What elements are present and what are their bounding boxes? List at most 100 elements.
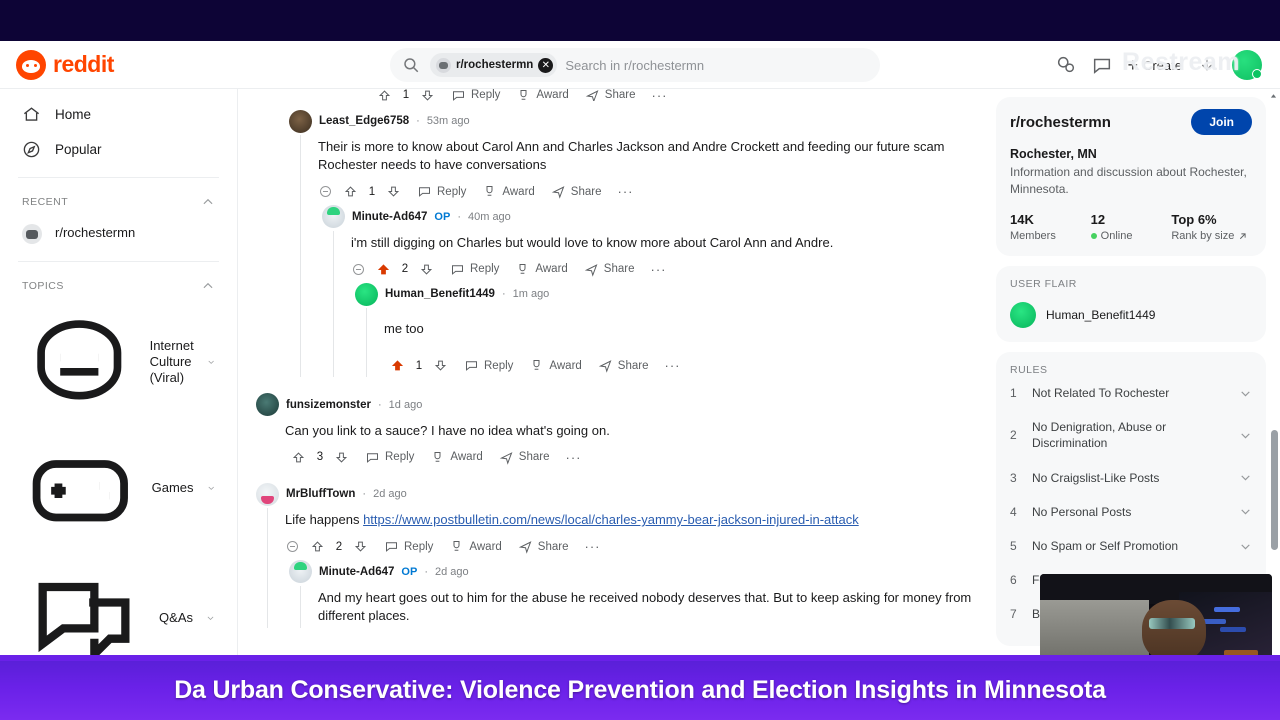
collapse-icon[interactable]	[285, 539, 300, 554]
award-button[interactable]: Award	[443, 536, 507, 557]
rule-item-1[interactable]: 1 Not Related To Rochester	[1010, 376, 1252, 410]
search-subreddit-chip[interactable]: r/rochestermn ✕	[430, 53, 558, 77]
rule-item-5[interactable]: 5 No Spam or Self Promotion	[1010, 529, 1252, 563]
more-options-icon[interactable]: ···	[644, 262, 672, 277]
page-scrollbar-thumb[interactable]	[1271, 430, 1278, 550]
sidebar-section-recent[interactable]: RECENT	[14, 188, 223, 216]
sidebar-item-r-rochestermn[interactable]: r/rochestermn	[14, 216, 223, 251]
community-header: r/rochestermn Join	[1010, 109, 1252, 135]
share-button[interactable]: Share	[512, 536, 575, 557]
comment-link[interactable]: https://www.postbulletin.com/news/local/…	[363, 512, 859, 527]
award-button[interactable]: Award	[523, 355, 587, 376]
rule-item-2[interactable]: 2 No Denigration, Abuse or Discriminatio…	[1010, 410, 1252, 460]
share-button[interactable]: Share	[579, 89, 642, 101]
comment-thread-item: Minute-Ad647 OP · 40m ago i'm still digg…	[322, 205, 972, 379]
search-bar[interactable]: r/rochestermn ✕ Search in r/rochestermn	[390, 48, 880, 82]
chevron-down-icon[interactable]	[206, 611, 215, 625]
more-options-icon[interactable]: ···	[578, 539, 606, 554]
rule-item-4[interactable]: 4 No Personal Posts	[1010, 495, 1252, 529]
comment-header: Human_Benefit1449 · 1m ago	[355, 282, 972, 306]
downvote-button[interactable]	[413, 259, 440, 280]
scroll-up-arrow-icon[interactable]	[1269, 92, 1278, 101]
downvote-button[interactable]	[328, 447, 355, 468]
reply-button[interactable]: Reply	[359, 447, 420, 468]
reply-button[interactable]: Reply	[445, 89, 506, 101]
award-button[interactable]: Award	[476, 181, 540, 202]
share-button[interactable]: Share	[592, 355, 655, 376]
create-button[interactable]: + Create	[1127, 56, 1182, 74]
comment-actions: 1 Reply Award Share ···	[318, 179, 972, 205]
award-label: Award	[535, 263, 568, 276]
banner-title: Da Urban Conservative: Violence Preventi…	[174, 676, 1106, 704]
user-flair-row[interactable]: Human_Benefit1449	[1010, 302, 1252, 329]
chat-icon[interactable]	[1091, 54, 1113, 76]
webcam-person-face	[1142, 600, 1207, 662]
downvote-button[interactable]	[347, 536, 374, 557]
more-options-icon[interactable]: ···	[645, 89, 673, 101]
downvote-button[interactable]	[414, 89, 441, 101]
share-button[interactable]: Share	[545, 181, 608, 202]
comment-author[interactable]: Human_Benefit1449	[385, 288, 495, 300]
more-options-icon[interactable]: ···	[559, 450, 587, 465]
user-avatar[interactable]	[1232, 50, 1262, 80]
share-button[interactable]: Share	[493, 447, 556, 468]
avatar[interactable]	[289, 109, 312, 133]
comment-header: Minute-Ad647 OP · 40m ago	[322, 205, 972, 229]
rule-item-3[interactable]: 3 No Craigslist-Like Posts	[1010, 461, 1252, 495]
downvote-button[interactable]	[427, 355, 454, 376]
avatar[interactable]	[256, 482, 279, 506]
sidebar-item-home[interactable]: Home	[14, 97, 223, 132]
comment-author[interactable]: MrBluffTown	[286, 488, 355, 500]
comment-author[interactable]: Least_Edge6758	[319, 115, 409, 127]
sidebar-item-label: Internet Culture (Viral)	[149, 337, 194, 386]
award-button[interactable]: Award	[510, 89, 574, 101]
stat-label-wrap[interactable]: Rank by size	[1171, 230, 1252, 242]
notifications-icon[interactable]	[1196, 54, 1218, 76]
more-options-icon[interactable]: ···	[611, 184, 639, 199]
advertise-icon[interactable]	[1055, 54, 1077, 76]
rules-title: RULES	[1010, 364, 1048, 377]
upvote-button[interactable]	[384, 355, 411, 376]
upvote-button[interactable]	[371, 89, 398, 101]
chevron-down-icon[interactable]	[207, 355, 215, 369]
collapse-icon[interactable]	[351, 262, 366, 277]
stat-value: 14K	[1010, 212, 1034, 228]
reddit-logo[interactable]: reddit	[16, 49, 216, 80]
sidebar-item-popular[interactable]: Popular	[14, 132, 223, 167]
comment-author[interactable]: funsizemonster	[286, 399, 371, 411]
popular-icon	[23, 141, 40, 158]
search-chip-close-icon[interactable]: ✕	[538, 57, 554, 73]
collapse-icon[interactable]	[318, 184, 333, 199]
sidebar-item-games[interactable]: Games	[14, 425, 223, 552]
upvote-button[interactable]	[337, 181, 364, 202]
more-options-icon[interactable]: ···	[658, 358, 686, 373]
sidebar-section-topics[interactable]: TOPICS	[14, 272, 223, 300]
share-button[interactable]: Share	[578, 259, 641, 280]
reply-button[interactable]: Reply	[458, 355, 519, 376]
avatar[interactable]	[256, 393, 279, 417]
avatar[interactable]	[289, 560, 312, 584]
stat-label-wrap: Online	[1090, 230, 1172, 242]
chevron-down-icon[interactable]	[207, 481, 215, 495]
comment-separator: ·	[362, 488, 367, 501]
comment-thread-item: Minute-Ad647 OP · 2d ago And my heart go…	[289, 560, 972, 630]
upvote-button[interactable]	[285, 447, 312, 468]
avatar[interactable]	[355, 282, 378, 306]
reply-button[interactable]: Reply	[378, 536, 439, 557]
reddit-header: reddit r/rochestermn ✕ Search in r/roche…	[0, 41, 1280, 89]
sidebar-item-internet-culture[interactable]: Internet Culture (Viral)	[14, 300, 223, 425]
award-button[interactable]: Award	[509, 259, 573, 280]
upvote-button[interactable]	[370, 259, 397, 280]
upvote-button[interactable]	[304, 536, 331, 557]
reply-button[interactable]: Reply	[411, 181, 472, 202]
reply-button[interactable]: Reply	[444, 259, 505, 280]
comment-author[interactable]: Minute-Ad647	[319, 566, 394, 578]
join-button[interactable]: Join	[1191, 109, 1252, 135]
award-button[interactable]: Award	[424, 447, 488, 468]
chevron-down-icon	[1241, 433, 1250, 439]
create-label: Create	[1142, 57, 1182, 73]
search-input-placeholder[interactable]: Search in r/rochestermn	[565, 58, 704, 73]
comment-author[interactable]: Minute-Ad647	[352, 211, 427, 223]
avatar[interactable]	[322, 205, 345, 229]
downvote-button[interactable]	[380, 181, 407, 202]
